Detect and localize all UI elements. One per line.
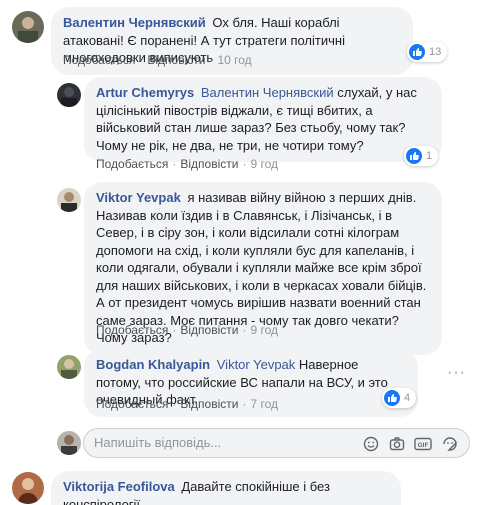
avatar[interactable] (12, 472, 44, 504)
reply-link[interactable]: Відповісти (180, 157, 238, 171)
comment-time[interactable]: 9 год (250, 323, 278, 337)
reaction-count[interactable]: 13 (407, 42, 448, 62)
reaction-number: 13 (429, 46, 442, 58)
comment-text: я називав війну війною з перших днів. На… (96, 190, 427, 345)
separator: · (242, 157, 247, 171)
reply-input[interactable] (94, 435, 284, 450)
comment-time[interactable]: 10 год (217, 53, 251, 67)
current-user-avatar (57, 431, 81, 455)
mention-link[interactable]: Viktor Yevpak (217, 357, 296, 372)
comment-actions: Подобається · Відповісти · 9 год (96, 157, 278, 171)
like-link[interactable]: Подобається (96, 157, 168, 171)
separator: · (172, 323, 177, 337)
comment-actions: Подобається · Відповісти · 9 год (96, 323, 278, 337)
like-link[interactable]: Подобається (63, 53, 135, 67)
reply-box[interactable]: GIF (83, 428, 470, 458)
reaction-count[interactable]: 4 (382, 388, 417, 408)
separator: · (242, 323, 247, 337)
like-link[interactable]: Подобається (96, 397, 168, 411)
comment-actions: Подобається · Відповісти · 10 год (63, 53, 252, 67)
comment-author[interactable]: Viktorija Feofilova (63, 479, 175, 494)
sticker-icon[interactable] (441, 435, 459, 453)
comment-author[interactable]: Artur Chemyrys (96, 85, 194, 100)
svg-text:GIF: GIF (418, 442, 429, 449)
comment-time[interactable]: 7 год (250, 397, 278, 411)
mention-link[interactable]: Валентин Чернявский (201, 85, 334, 100)
separator: · (139, 53, 144, 67)
reply-link[interactable]: Відповісти (180, 397, 238, 411)
reaction-number: 4 (404, 392, 411, 404)
comment-bubble: Artur Chemyrys Валентин Чернявский слуха… (84, 77, 442, 162)
reply-link[interactable]: Відповісти (180, 323, 238, 337)
comment-author[interactable]: Viktor Yevpak (96, 190, 181, 205)
comment-bubble: Viktorija Feofilova Давайте спокійніше і… (51, 471, 401, 505)
reply-link[interactable]: Відповісти (147, 53, 205, 67)
gif-icon[interactable]: GIF (414, 435, 432, 453)
comment-actions: Подобається · Відповісти · 7 год (96, 397, 278, 411)
emoji-icon[interactable] (362, 435, 380, 453)
avatar[interactable] (12, 11, 44, 43)
camera-icon[interactable] (388, 435, 406, 453)
like-link[interactable]: Подобається (96, 323, 168, 337)
separator: · (172, 397, 177, 411)
comment-author[interactable]: Валентин Чернявский (63, 15, 206, 30)
like-icon (409, 44, 425, 60)
reaction-number: 1 (426, 150, 433, 162)
avatar[interactable] (57, 355, 81, 379)
separator: · (242, 397, 247, 411)
separator: · (209, 53, 214, 67)
avatar[interactable] (57, 83, 81, 107)
like-icon (384, 390, 400, 406)
like-icon (406, 148, 422, 164)
reaction-count[interactable]: 1 (404, 146, 439, 166)
comment-author[interactable]: Bogdan Khalyapin (96, 357, 210, 372)
avatar[interactable] (57, 188, 81, 212)
separator: · (172, 157, 177, 171)
more-options-icon[interactable]: ··· (447, 364, 466, 382)
comment-time[interactable]: 9 год (250, 157, 278, 171)
